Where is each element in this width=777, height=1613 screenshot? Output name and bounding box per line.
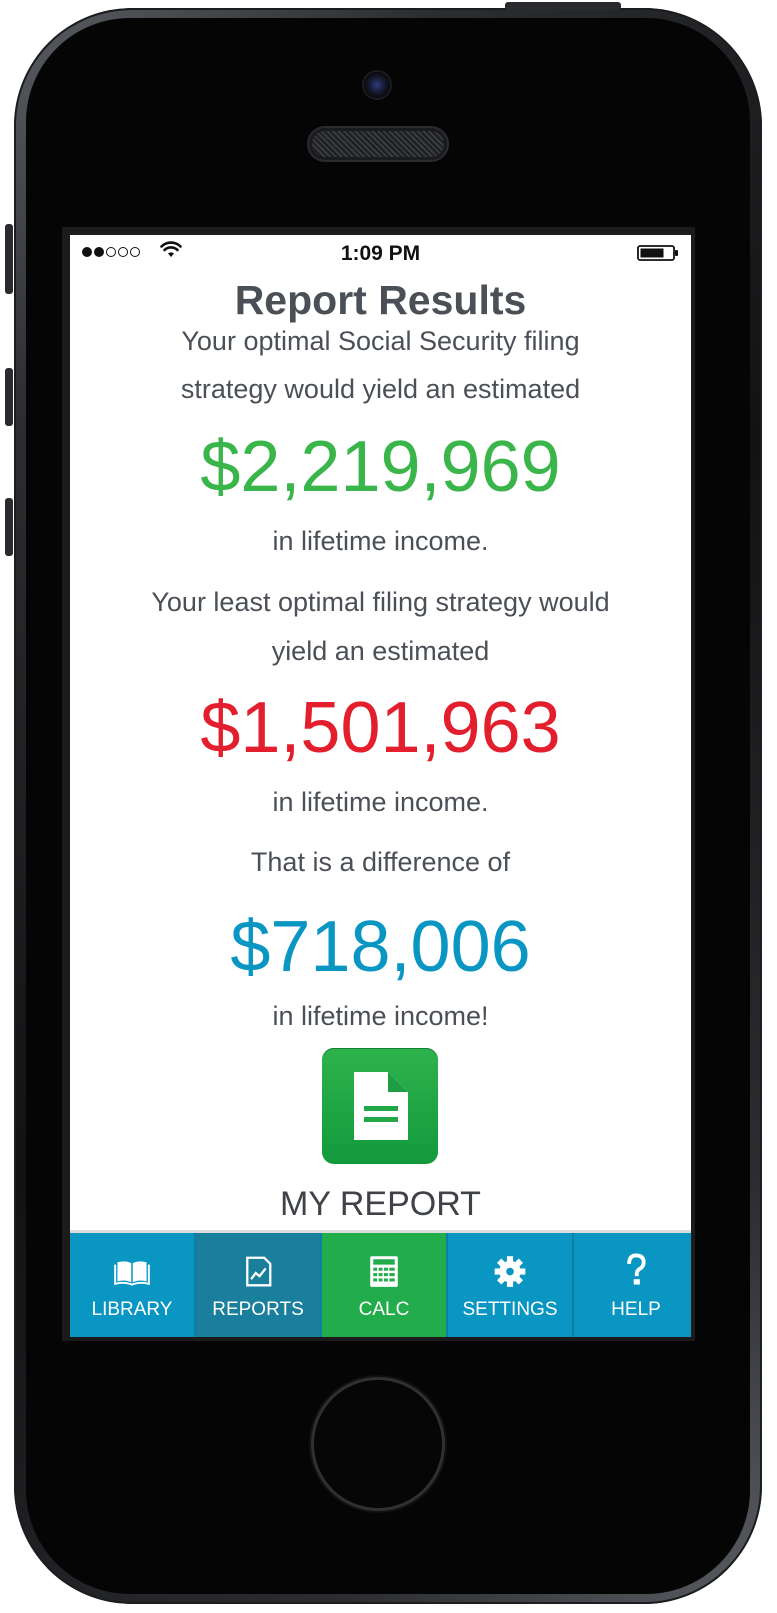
least-suffix: in lifetime income.	[272, 787, 489, 817]
tab-help[interactable]: HELP	[574, 1233, 691, 1337]
optimal-text-line1: Your optimal Social Security filing	[181, 326, 580, 356]
difference-amount: $718,006	[230, 907, 531, 987]
my-report-button[interactable]	[322, 1048, 438, 1164]
app-screen: 1:09 PM Report Results Your optimal Soci…	[70, 235, 691, 1337]
report-chart-icon	[246, 1256, 272, 1287]
tab-library-label: LIBRARY	[91, 1299, 173, 1320]
volume-down-button	[5, 498, 13, 556]
mute-switch	[5, 224, 13, 294]
least-text-line1: Your least optimal filing strategy would	[151, 587, 610, 617]
tab-reports-label: REPORTS	[212, 1299, 304, 1320]
front-camera	[364, 72, 390, 98]
home-button[interactable]	[314, 1380, 442, 1508]
tab-calc[interactable]: CALC	[322, 1233, 448, 1337]
tab-reports[interactable]: REPORTS	[196, 1233, 322, 1337]
tab-settings-label: SETTINGS	[462, 1299, 558, 1320]
earpiece-speaker	[312, 131, 444, 157]
calculator-icon	[370, 1256, 398, 1287]
tab-help-label: HELP	[611, 1299, 661, 1320]
status-bar: 1:09 PM	[70, 235, 691, 269]
least-amount: $1,501,963	[200, 688, 561, 768]
optimal-text-line2: strategy would yield an estimated	[180, 374, 581, 404]
optimal-suffix: in lifetime income.	[272, 526, 489, 556]
volume-up-button	[5, 368, 13, 426]
document-icon	[354, 1072, 408, 1140]
my-report-label[interactable]: MY REPORT	[70, 1185, 691, 1224]
difference-suffix: in lifetime income!	[272, 1001, 489, 1031]
battery-icon	[637, 245, 678, 261]
tab-library[interactable]: LIBRARY	[70, 1233, 196, 1337]
tab-calc-label: CALC	[358, 1299, 410, 1320]
gear-icon	[494, 1256, 526, 1287]
status-time: 1:09 PM	[340, 242, 421, 265]
screen: 1:09 PM Report Results Your optimal Soci…	[62, 227, 695, 1341]
power-button	[505, 2, 621, 10]
difference-intro: That is a difference of	[250, 847, 511, 877]
book-icon	[114, 1261, 150, 1286]
tab-bar: LIBRARY REPORTS CALC SETTINGS HELP	[70, 1230, 691, 1337]
least-text-line2: yield an estimated	[271, 636, 490, 666]
optimal-amount: $2,219,969	[200, 427, 561, 507]
question-icon	[627, 1253, 646, 1285]
tab-settings[interactable]: SETTINGS	[448, 1233, 574, 1337]
